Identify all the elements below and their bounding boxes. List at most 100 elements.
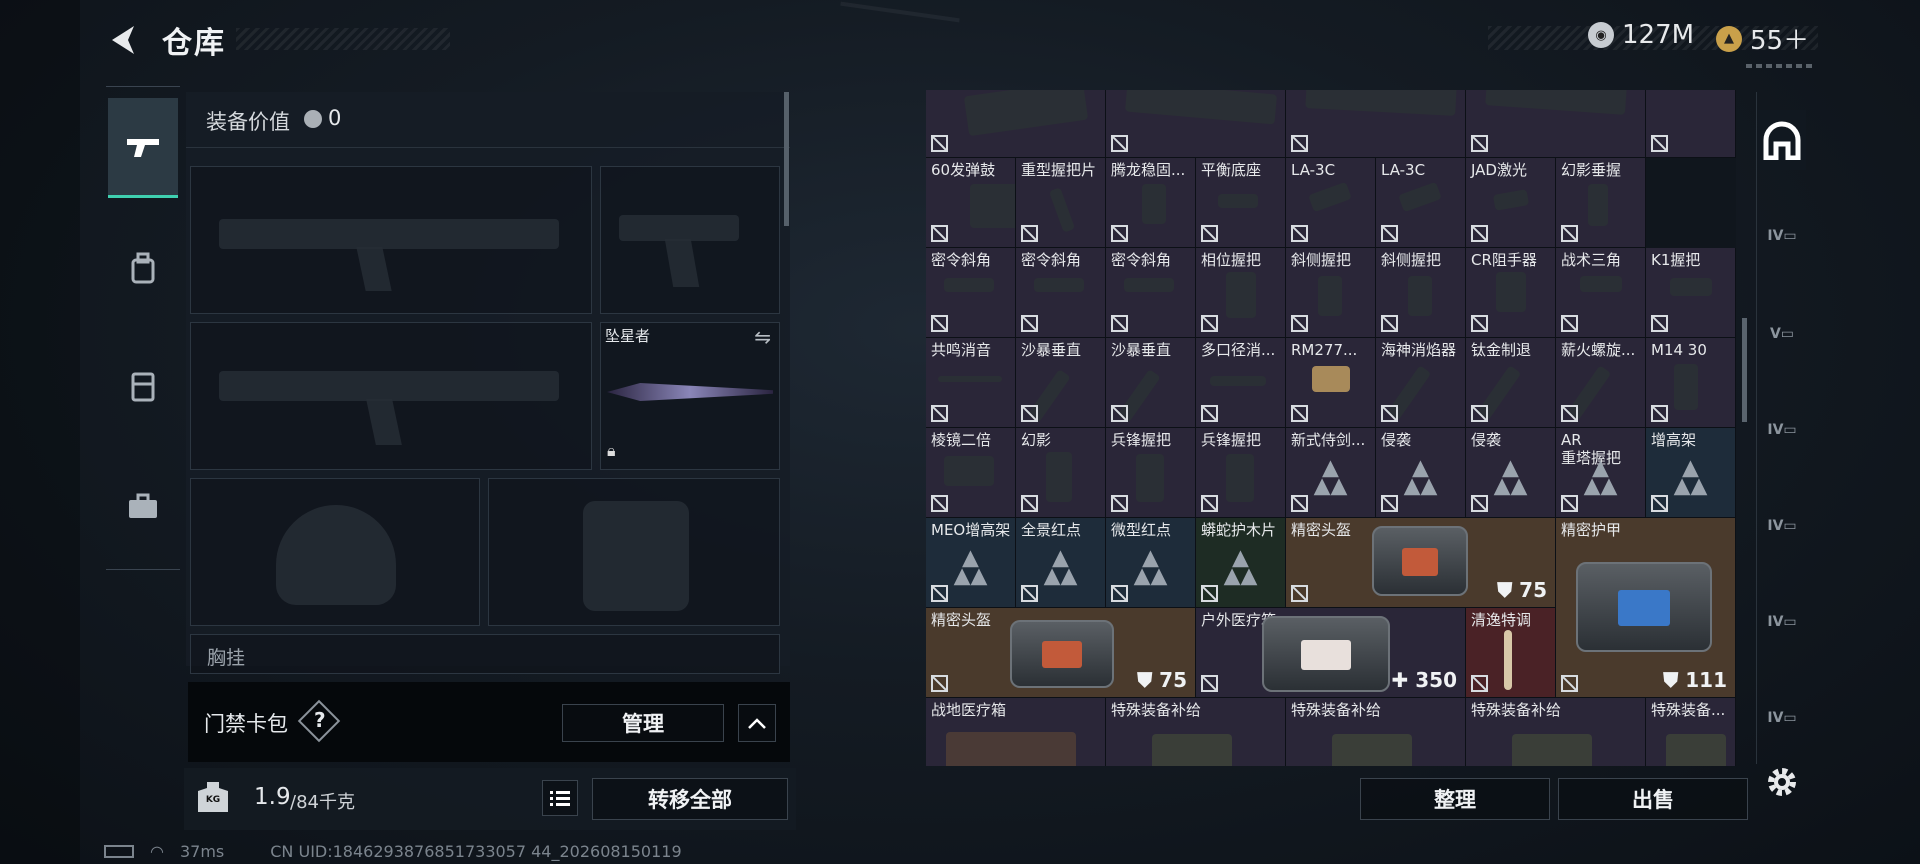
stash-tab-5[interactable]: V▭ [1758, 304, 1806, 364]
stash-item[interactable]: 腾龙稳固... [1106, 158, 1196, 248]
armor-slot[interactable] [488, 478, 780, 626]
stash-item[interactable] [1286, 90, 1466, 158]
stash-tab-7[interactable]: IV▭ [1758, 496, 1806, 556]
stash-item[interactable]: 新式侍剑... ▲ ▲▲ [1286, 428, 1376, 518]
stash-item[interactable]: JAD激光 [1466, 158, 1556, 248]
no-trade-icon [1291, 315, 1308, 332]
stash-item[interactable]: 蟒蛇护木片 ▲ ▲▲ [1196, 518, 1286, 608]
stash-item[interactable]: 侵袭 ▲ ▲▲ [1376, 428, 1466, 518]
stash-item[interactable]: 沙暴垂直 [1106, 338, 1196, 428]
stash-item[interactable]: M14 30 [1646, 338, 1736, 428]
stash-tab-9[interactable]: IV▭ [1758, 688, 1806, 748]
collapse-button[interactable] [738, 704, 776, 742]
item-name: LA-3C [1291, 161, 1336, 179]
stash-item[interactable]: 精密护甲 ⛊ 111 [1556, 518, 1736, 698]
stash-item[interactable]: 60发弹鼓 [926, 158, 1016, 248]
helmet-slot[interactable] [190, 478, 480, 626]
no-trade-icon [1201, 405, 1218, 422]
no-trade-icon [931, 675, 948, 692]
stash-item[interactable]: 钛金制退 [1466, 338, 1556, 428]
stash-item[interactable]: K1握把 [1646, 248, 1736, 338]
stash-item[interactable]: 平衡底座 [1196, 158, 1286, 248]
stash-item[interactable]: 共鸣消音 [926, 338, 1016, 428]
stash-item[interactable] [1106, 90, 1286, 158]
sort-button[interactable]: 整理 [1360, 778, 1550, 820]
loadout-scrollbar[interactable] [784, 92, 789, 226]
stash-item[interactable]: 特殊装备补给 [1286, 698, 1466, 766]
item-image [970, 184, 1015, 228]
chest-rig-slot[interactable]: 胸挂 [190, 634, 780, 674]
stash-item[interactable]: 户外医疗箱 ✚ 350 [1196, 608, 1466, 698]
stash-item[interactable]: 相位握把 [1196, 248, 1286, 338]
stash-item[interactable]: LA-3C [1286, 158, 1376, 248]
stash-item[interactable]: 侵袭 ▲ ▲▲ [1466, 428, 1556, 518]
stash-item[interactable]: 密令斜角 [1106, 248, 1196, 338]
stash-item[interactable]: 增高架 ▲ ▲▲ [1646, 428, 1736, 518]
stash-tab-8[interactable]: IV▭ [1758, 592, 1806, 652]
uid: CN UID:1846293876851733057 44_2026081501… [270, 842, 682, 861]
stash-item[interactable]: 重型握把片 [1016, 158, 1106, 248]
stash-tab-6[interactable]: IV▭ [1758, 400, 1806, 460]
nav-backpack[interactable] [108, 218, 178, 318]
currency-coins[interactable]: ◉ 127M [1588, 20, 1694, 50]
stash-item[interactable]: 兵锋握把 [1106, 428, 1196, 518]
stash-item[interactable]: 微型红点 ▲ ▲▲ [1106, 518, 1196, 608]
stash-item[interactable]: 特殊装备补给 [1466, 698, 1646, 766]
no-trade-icon [1651, 315, 1668, 332]
nav-weapons[interactable] [108, 98, 178, 198]
melee-slot[interactable]: 坠星者 ⇋ 🔒︎ [600, 322, 780, 470]
token-icon: ▲ [1716, 25, 1742, 52]
stash-item[interactable]: 棱镜二倍 [926, 428, 1016, 518]
stash-item[interactable]: 多口径消... [1196, 338, 1286, 428]
stash-item[interactable]: 精密头盔 ⛊ 75 [1286, 518, 1556, 608]
stash-tab-4[interactable]: IV▭ [1758, 206, 1806, 266]
stash-item[interactable]: 特殊装备... [1646, 698, 1736, 766]
item-image [1308, 181, 1352, 213]
sell-button[interactable]: 出售 [1558, 778, 1748, 820]
help-icon[interactable]: ? [314, 708, 326, 732]
stash-item[interactable] [1646, 90, 1736, 158]
nav-vest[interactable] [108, 336, 178, 436]
sidearm-slot[interactable] [600, 166, 780, 314]
stash-item[interactable]: CR阻手器 [1466, 248, 1556, 338]
stash-item[interactable]: 战地医疗箱 [926, 698, 1106, 766]
stash-item[interactable] [1466, 90, 1646, 158]
stash-item[interactable]: 斜侧握把 [1286, 248, 1376, 338]
stash-item[interactable]: 密令斜角 [926, 248, 1016, 338]
list-view-button[interactable] [542, 780, 578, 816]
stash-item[interactable]: 沙暴垂直 [1016, 338, 1106, 428]
stash-item[interactable]: AR 重塔握把 ▲ ▲▲ [1556, 428, 1646, 518]
settings-button[interactable] [1758, 752, 1806, 812]
nav-case[interactable] [108, 456, 178, 556]
stash-scrollbar[interactable] [1742, 318, 1747, 422]
primary-weapon-slot[interactable] [190, 166, 592, 314]
item-name: 薪火螺旋... [1561, 341, 1636, 359]
stash-item[interactable]: 斜侧握把 [1376, 248, 1466, 338]
item-name: 沙暴垂直 [1111, 341, 1172, 359]
item-name: 特殊装备补给 [1291, 701, 1382, 719]
back-button[interactable] [104, 20, 144, 60]
secondary-weapon-slot[interactable] [190, 322, 592, 470]
stash-item[interactable]: 全景红点 ▲ ▲▲ [1016, 518, 1106, 608]
currency-tokens[interactable]: ▲ 55＋ [1716, 20, 1809, 57]
stash-item[interactable]: 海神消焰器 [1376, 338, 1466, 428]
stash-tab-main[interactable] [1758, 110, 1806, 170]
stash-item[interactable]: LA-3C [1376, 158, 1466, 248]
stash-item[interactable] [926, 90, 1106, 158]
back-arrow-icon [112, 26, 134, 54]
stash-item[interactable]: MEO增高架 ▲ ▲▲ [926, 518, 1016, 608]
transfer-all-button[interactable]: 转移全部 [592, 778, 788, 820]
stash-item[interactable]: 战术三角 [1556, 248, 1646, 338]
stash-item[interactable]: 清逸特调 [1466, 608, 1556, 698]
stash-item[interactable]: 精密头盔 ⛊ 75 [926, 608, 1196, 698]
manage-button[interactable]: 管理 [562, 704, 724, 742]
stash-item[interactable]: 特殊装备补给 [1106, 698, 1286, 766]
no-trade-icon [1201, 675, 1218, 692]
stash-item[interactable]: RM277... [1286, 338, 1376, 428]
stash-item[interactable]: 幻影 [1016, 428, 1106, 518]
stash-item[interactable]: 兵锋握把 [1196, 428, 1286, 518]
stash-item[interactable]: 薪火螺旋... [1556, 338, 1646, 428]
swap-icon[interactable]: ⇋ [754, 325, 771, 349]
stash-item[interactable]: 密令斜角 [1016, 248, 1106, 338]
stash-item[interactable]: 幻影垂握 [1556, 158, 1646, 248]
